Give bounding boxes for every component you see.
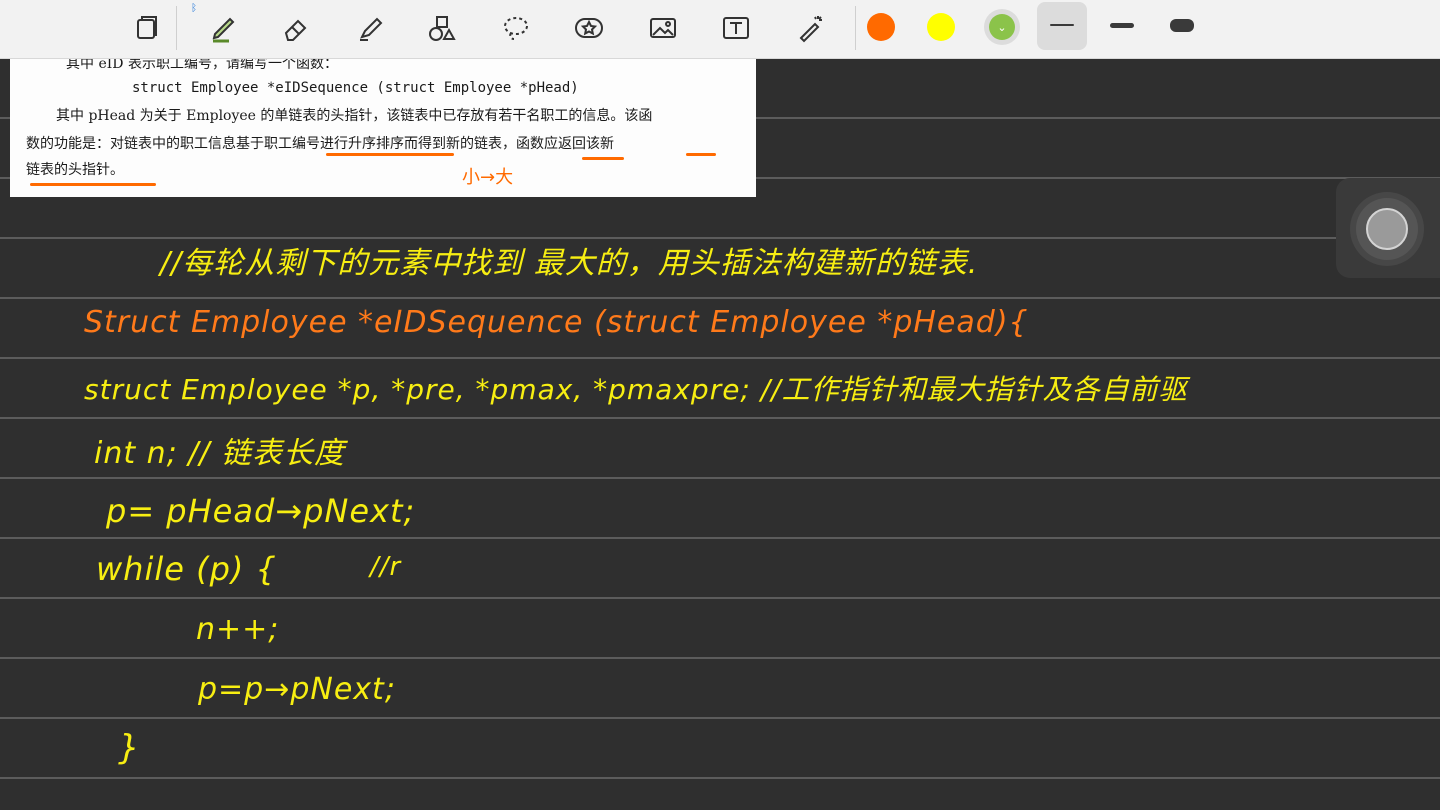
floating-assistive-button[interactable] [1356,198,1418,260]
note-p-next: p=p→pNext; [198,672,396,707]
doc-line-2: struct Employee *eIDSequence (struct Emp… [132,80,579,96]
lasso-icon[interactable] [495,8,537,48]
toolbar-divider [855,6,856,50]
doc-line-4: 数的功能是：对链表中的职工信息基于职工编号进行升序排序而得到新的链表，函数应返回… [26,136,614,152]
thickness-medium-selected[interactable] [1037,2,1087,50]
underline-annotation [582,157,624,160]
doc-line-3: 其中 pHead 为关于 Employee 的单链表的头指针，该链表中已存放有若… [56,108,653,124]
bluetooth-icon: ᛒ [191,3,197,14]
image-icon[interactable] [642,8,684,48]
note-increment: n++; [196,612,280,647]
thickness-thick-button[interactable] [1170,19,1194,32]
yellow-color-swatch[interactable] [927,13,955,41]
underline-annotation [30,183,156,186]
note-int-declaration: int n; // 链表长度 [94,436,346,471]
shapes-icon[interactable] [421,8,463,48]
handwritten-annotation: 小→大 [462,167,514,188]
doc-line-5: 链表的头指针。 [26,162,124,178]
toolbar: ᛒ ⌄ [0,0,1440,59]
laser-pointer-icon[interactable] [789,8,831,48]
note-comment: //每轮从剩下的元素中找到 最大的，用头插法构建新的链表. [160,246,979,281]
note-function-signature: Struct Employee *eIDSequence (struct Emp… [84,305,1029,340]
pen-icon[interactable] [203,8,245,48]
pasted-document-image: 其中 eID 表示职工编号，请编写一个函数： struct Employee *… [10,59,756,197]
assistive-button-inner [1366,208,1408,250]
sticker-icon[interactable] [568,8,610,48]
eraser-icon[interactable] [274,8,316,48]
green-color-swatch-selected[interactable]: ⌄ [984,9,1020,45]
thickness-medium-button[interactable] [1110,23,1134,28]
thin-stroke-icon [1050,24,1074,26]
note-inline-comment: //r [370,552,402,582]
chevron-down-icon: ⌄ [989,14,1015,40]
toolbar-divider [176,6,177,50]
note-while-loop: while (p) { [96,550,277,588]
note-p-assign: p= pHead→pNext; [106,492,416,530]
highlighter-icon[interactable] [349,8,391,48]
note-close-brace: } [118,728,141,768]
text-box-icon[interactable] [715,8,757,48]
page-view-icon[interactable] [126,8,168,48]
underline-annotation [686,153,716,156]
note-declarations: struct Employee *p, *pre, *pmax, *pmaxpr… [84,373,1188,406]
orange-color-swatch[interactable] [867,13,895,41]
underline-annotation [326,153,454,156]
doc-line-1: 其中 eID 表示职工编号，请编写一个函数： [66,59,338,72]
